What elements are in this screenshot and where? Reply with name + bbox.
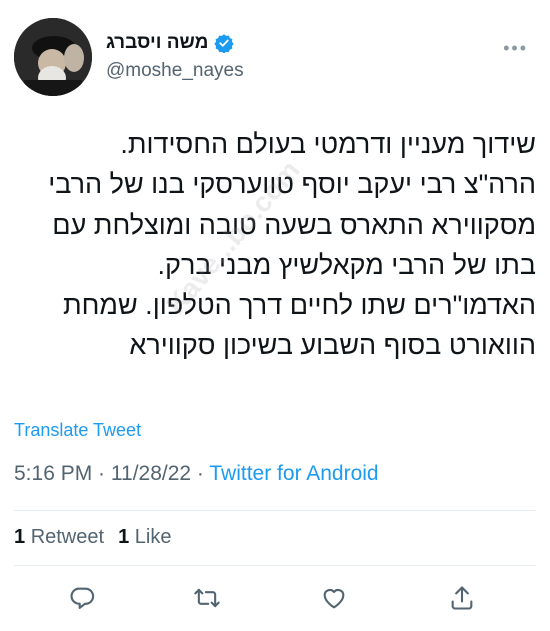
- user-handle[interactable]: @moshe_nayes: [106, 60, 244, 82]
- avatar-photo: [14, 18, 92, 96]
- likes-stat[interactable]: 1 Like: [118, 526, 171, 548]
- tweet-text: שידוך מעניין ודרמטי בעולם החסידות. הרה"צ…: [14, 124, 536, 366]
- meta-separator: ·: [191, 462, 210, 485]
- likes-count: 1: [118, 526, 130, 548]
- like-icon[interactable]: [320, 584, 348, 612]
- retweet-icon[interactable]: [193, 584, 221, 612]
- tweet-date[interactable]: 11/28/22: [111, 462, 191, 485]
- tweet-line: האדמו"רים שתו לחיים דרך הטלפון. שמחת: [63, 290, 536, 321]
- tweet-time[interactable]: 5:16 PM: [14, 462, 92, 485]
- reply-icon[interactable]: [68, 584, 96, 612]
- divider: [14, 510, 536, 511]
- retweets-stat[interactable]: 1 Retweet: [14, 526, 104, 548]
- tweet-line: מסקווירא התארס בשעה טובה ומוצלחת עם: [52, 209, 536, 240]
- divider: [14, 565, 536, 566]
- verified-badge-icon: [214, 33, 235, 54]
- share-icon[interactable]: [448, 584, 476, 612]
- tweet-header: משה ויסברג @moshe_nayes •••: [14, 18, 536, 98]
- user-names: משה ויסברג @moshe_nayes: [106, 32, 244, 82]
- more-options-icon[interactable]: •••: [503, 38, 528, 59]
- tweet-line: שידוך מעניין ודרמטי בעולם החסידות.: [120, 129, 536, 159]
- likes-label: Like: [134, 526, 172, 548]
- tweet-meta: 5:16 PM · 11/28/22 · Twitter for Android: [14, 462, 379, 486]
- tweet-line: הרה"צ רבי יעקב יוסף טווערסקי בנו של הרבי: [48, 169, 536, 200]
- tweet-source-link[interactable]: Twitter for Android: [209, 462, 378, 485]
- avatar[interactable]: [14, 18, 92, 96]
- tweet-actions: [0, 584, 550, 616]
- tweet-line: בתו של הרבי מקאלשיץ מבני ברק.: [157, 249, 536, 280]
- display-name[interactable]: משה ויסברג: [106, 32, 208, 54]
- retweets-label: Retweet: [30, 526, 105, 548]
- retweets-count: 1: [14, 526, 26, 548]
- meta-separator: ·: [92, 462, 111, 485]
- tweet-line: הוואורט בסוף השבוע בשיכון סקווירא: [129, 330, 536, 361]
- tweet-stats: 1 Retweet 1 Like: [14, 526, 171, 549]
- translate-tweet-link[interactable]: Translate Tweet: [14, 420, 141, 441]
